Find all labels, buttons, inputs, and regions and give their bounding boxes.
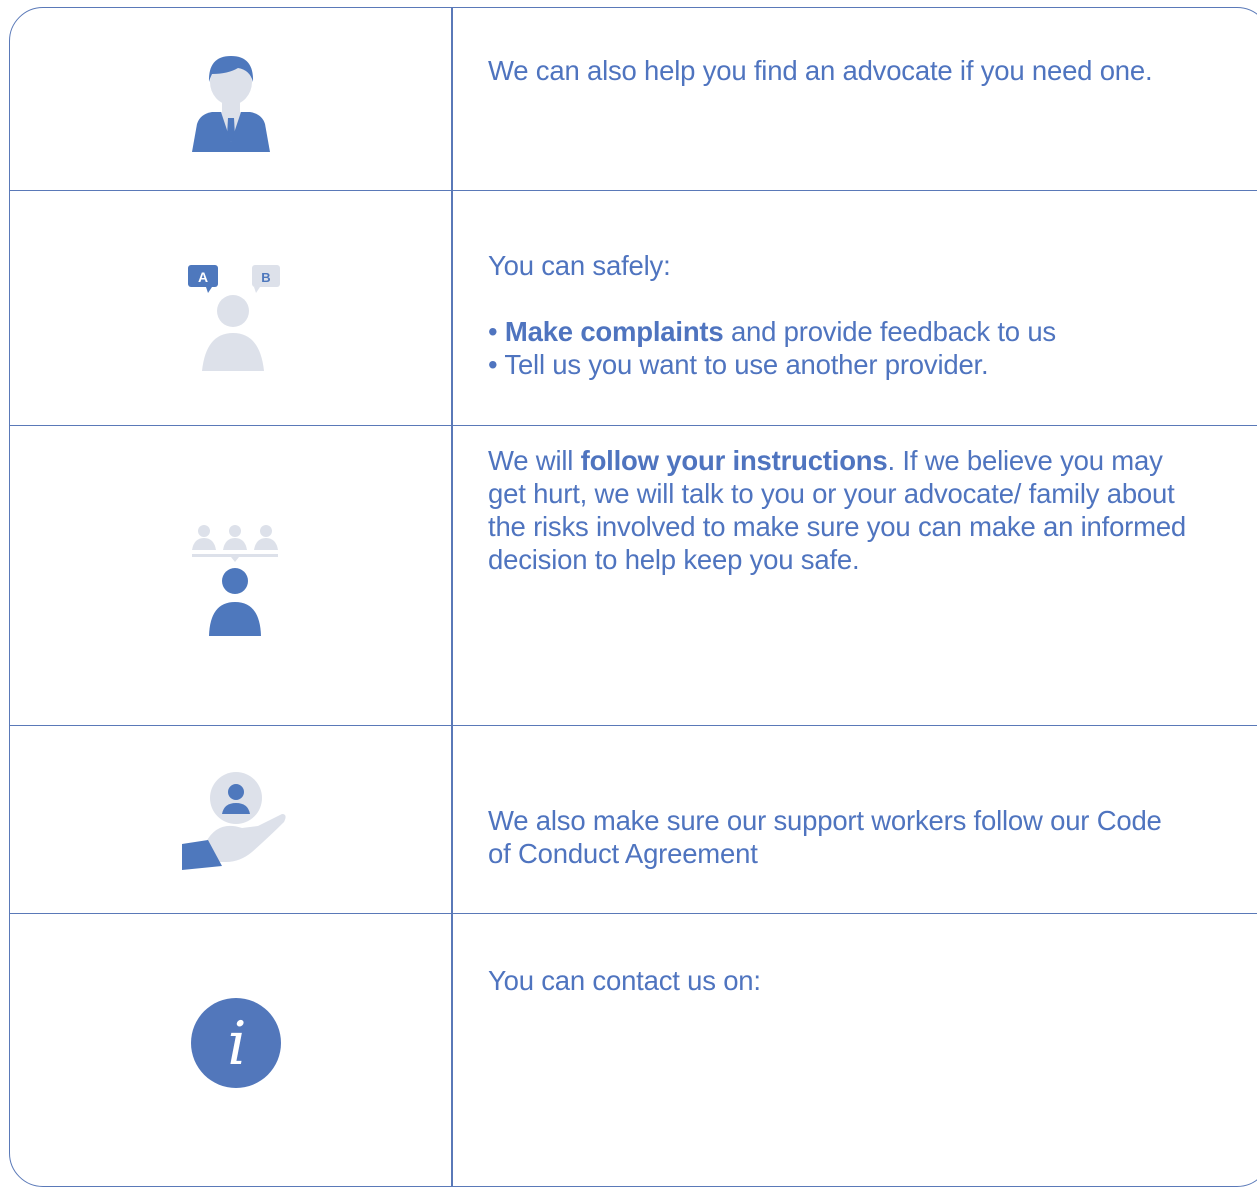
safely-intro: You can safely: bbox=[488, 250, 671, 281]
group-instructions-icon bbox=[192, 525, 278, 636]
row-text: We also make sure our support workers fo… bbox=[488, 804, 1190, 870]
bullet-symbol: • bbox=[488, 316, 498, 347]
column-divider bbox=[451, 426, 453, 725]
hand-support-person-icon bbox=[182, 772, 286, 870]
column-divider bbox=[451, 726, 453, 913]
table-row-contact: i You can contact us on: bbox=[10, 914, 1257, 1186]
bullet-provider: • Tell us you want to use another provid… bbox=[488, 348, 1190, 381]
table-row-complaints: A B You can safely: • Make complaints an… bbox=[10, 191, 1257, 426]
column-divider bbox=[451, 8, 453, 190]
bullet-complaints: • Make complaints and provide feedback t… bbox=[488, 315, 1190, 348]
row-text: We can also help you find an advocate if… bbox=[488, 54, 1190, 87]
info-table: We can also help you find an advocate if… bbox=[9, 7, 1257, 1187]
column-divider bbox=[451, 191, 453, 425]
advocate-text: We can also help you find an advocate if… bbox=[488, 55, 1153, 86]
row-text: You can contact us on: bbox=[488, 964, 1190, 997]
person-speech-choice-icon: A B bbox=[188, 265, 280, 371]
information-icon: i bbox=[191, 998, 281, 1088]
table-row-code-of-conduct: We also make sure our support workers fo… bbox=[10, 726, 1257, 914]
column-divider bbox=[451, 914, 453, 1186]
icon-cell: A B bbox=[10, 191, 451, 425]
icon-cell bbox=[10, 426, 451, 725]
table-row-instructions: We will follow your instructions. If we … bbox=[10, 426, 1257, 726]
icon-cell bbox=[10, 8, 451, 190]
row-text: You can safely: • Make complaints and pr… bbox=[488, 249, 1190, 381]
advocate-person-icon bbox=[192, 56, 270, 152]
bullet-provider-text: Tell us you want to use another provider… bbox=[504, 349, 989, 380]
choice-b-label: B bbox=[261, 270, 270, 285]
contact-text: You can contact us on: bbox=[488, 965, 761, 996]
choice-a-label: A bbox=[198, 269, 208, 285]
bullet-symbol: • bbox=[488, 349, 498, 380]
icon-cell: i bbox=[10, 914, 451, 1186]
icon-cell bbox=[10, 726, 451, 913]
instructions-pre: We will bbox=[488, 445, 581, 476]
row-text: We will follow your instructions. If we … bbox=[488, 444, 1190, 576]
follow-instructions-bold: follow your instructions bbox=[580, 445, 888, 476]
instructions-text: We will follow your instructions. If we … bbox=[488, 444, 1190, 576]
table-row-advocate: We can also help you find an advocate if… bbox=[10, 8, 1257, 191]
code-of-conduct-text: We also make sure our support workers fo… bbox=[488, 805, 1162, 869]
make-complaints-bold: Make complaints bbox=[504, 316, 724, 347]
bullet-complaints-rest: and provide feedback to us bbox=[723, 316, 1056, 347]
info-glyph: i bbox=[227, 1009, 246, 1079]
